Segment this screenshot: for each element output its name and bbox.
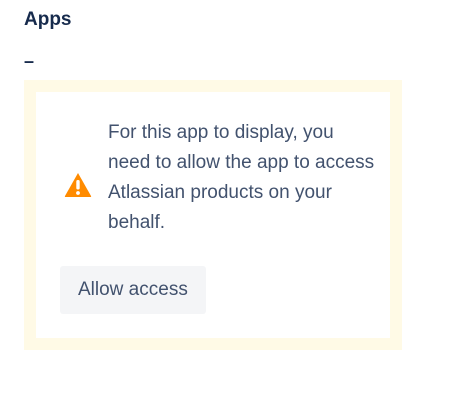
app-notice-frame: For this app to display, you need to all… — [24, 80, 402, 350]
section-title: Apps — [24, 9, 72, 30]
allow-access-button[interactable]: Allow access — [60, 266, 206, 314]
section-dash: – — [24, 51, 35, 71]
app-notice-card: For this app to display, you need to all… — [36, 92, 390, 338]
warning-icon — [64, 173, 92, 197]
app-access-message: For this app to display, you need to all… — [108, 122, 375, 233]
